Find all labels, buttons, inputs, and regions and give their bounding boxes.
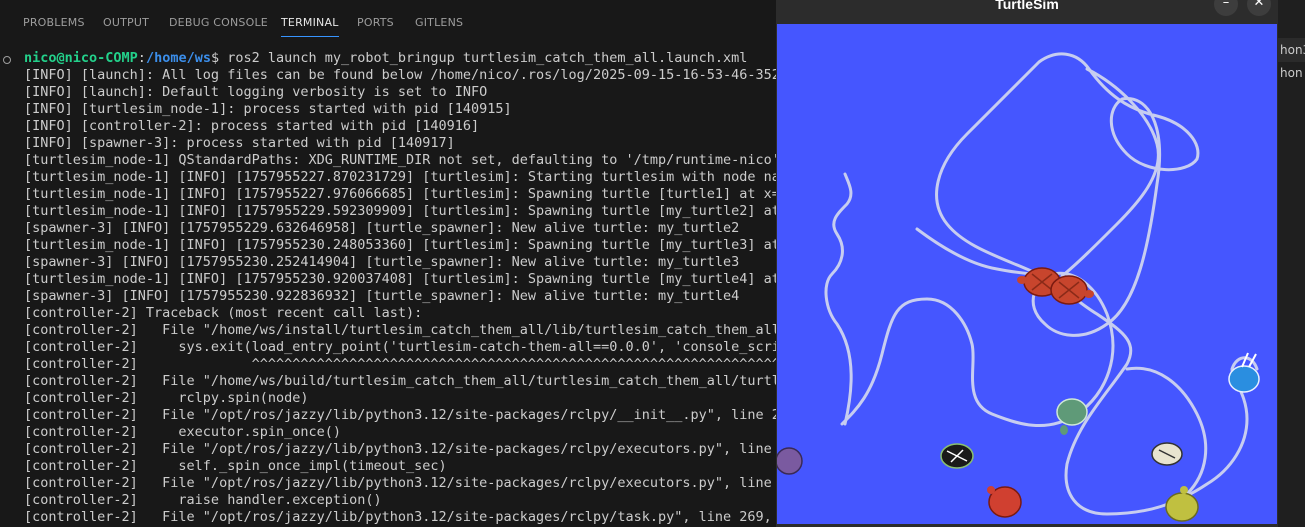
tab-gitlens[interactable]: GITLENS [415, 16, 463, 29]
turtle-icon [777, 447, 803, 475]
prompt-command: $ ros2 launch my_robot_bringup turtlesim… [210, 50, 748, 66]
terminal-line: [INFO] [controller-2]: process started w… [24, 118, 480, 134]
minimize-button[interactable]: – [1214, 0, 1238, 16]
terminal-line: [controller-2] ^^^^^^^^^^^^^^^^^^^^^^^^^… [24, 356, 778, 372]
prompt-indicator-icon [3, 56, 11, 64]
terminal-line: [controller-2] File "/opt/ros/jazzy/lib/… [24, 509, 778, 525]
minimize-icon: – [1222, 0, 1230, 10]
terminal-line: [controller-2] sys.exit(load_entry_point… [24, 339, 778, 355]
turtle-icon [987, 486, 1022, 518]
close-icon: ✕ [1253, 0, 1265, 10]
prompt-path: /home/ws [145, 50, 211, 66]
tab-problems[interactable]: PROBLEMS [23, 16, 85, 29]
panel-tab-bar: PROBLEMS OUTPUT DEBUG CONSOLE TERMINAL P… [0, 0, 780, 47]
terminal-line: [controller-2] File "/opt/ros/jazzy/lib/… [24, 407, 778, 423]
turtlesim-canvas [777, 24, 1277, 524]
editor-edge-text-1: hon3 [1280, 43, 1305, 57]
terminal-line: [spawner-3] [INFO] [1757955230.922836932… [24, 288, 740, 304]
tab-debug-console[interactable]: DEBUG CONSOLE [169, 16, 268, 29]
terminal-prompt-line: nico@nico-COMP:/home/ws$ ros2 launch my_… [24, 50, 748, 66]
terminal-line: [turtlesim_node-1] [INFO] [1757955230.24… [24, 237, 778, 253]
close-button[interactable]: ✕ [1247, 0, 1271, 16]
terminal-line: [turtlesim_node-1] [INFO] [1757955227.97… [24, 186, 778, 202]
turtle-icon [1151, 442, 1183, 466]
terminal-line: [turtlesim_node-1] [INFO] [1757955227.87… [24, 169, 778, 185]
turtlesim-drawing [777, 52, 1260, 522]
turtle-icon [940, 443, 974, 469]
terminal-line: [controller-2] rclpy.spin(node) [24, 390, 309, 406]
terminal-line: [turtlesim_node-1] [INFO] [1757955230.92… [24, 271, 778, 287]
terminal-line: [controller-2] File "/home/ws/install/tu… [24, 322, 778, 338]
turtle-icon [1050, 275, 1094, 305]
terminal-line: [turtlesim_node-1] QStandardPaths: XDG_R… [24, 152, 778, 168]
turtlesim-titlebar[interactable]: TurtleSim – ✕ [776, 0, 1278, 24]
prompt-user: nico@nico-COMP [24, 50, 138, 66]
terminal-line: [controller-2] Traceback (most recent ca… [24, 305, 423, 321]
terminal-line: [INFO] [turtlesim_node-1]: process start… [24, 101, 512, 117]
terminal-line: [controller-2] self._spin_once_impl(time… [24, 458, 447, 474]
terminal-line: [controller-2] File "/opt/ros/jazzy/lib/… [24, 475, 778, 491]
terminal-line: [turtlesim_node-1] [INFO] [1757955229.59… [24, 203, 778, 219]
terminal-line: [spawner-3] [INFO] [1757955229.632646958… [24, 220, 740, 236]
terminal-line: [INFO] [launch]: Default logging verbosi… [24, 84, 488, 100]
terminal-line: [controller-2] executor.spin_once() [24, 424, 341, 440]
editor-edge-text-2: hon [1280, 66, 1303, 80]
terminal-line: [INFO] [launch]: All log files can be fo… [24, 67, 778, 83]
turtle-trail-2 [1060, 67, 1160, 278]
terminal-line: [INFO] [spawner-3]: process started with… [24, 135, 455, 151]
turtle-trail-4 [1125, 366, 1208, 496]
turtlesim-window: TurtleSim – ✕ [776, 0, 1278, 527]
terminal-output[interactable]: nico@nico-COMP:/home/ws$ ros2 launch my_… [0, 50, 778, 527]
turtlesim-title: TurtleSim [995, 0, 1059, 12]
tab-terminal[interactable]: TERMINAL [281, 16, 339, 37]
terminal-line: [controller-2] File "/opt/ros/jazzy/lib/… [24, 441, 778, 457]
terminal-line: [spawner-3] [INFO] [1757955230.252414904… [24, 254, 740, 270]
tab-ports[interactable]: PORTS [357, 16, 394, 29]
terminal-line: [controller-2] File "/home/ws/build/turt… [24, 373, 778, 389]
terminal-line: [controller-2] raise handler.exception() [24, 492, 382, 508]
tab-output[interactable]: OUTPUT [103, 16, 149, 29]
